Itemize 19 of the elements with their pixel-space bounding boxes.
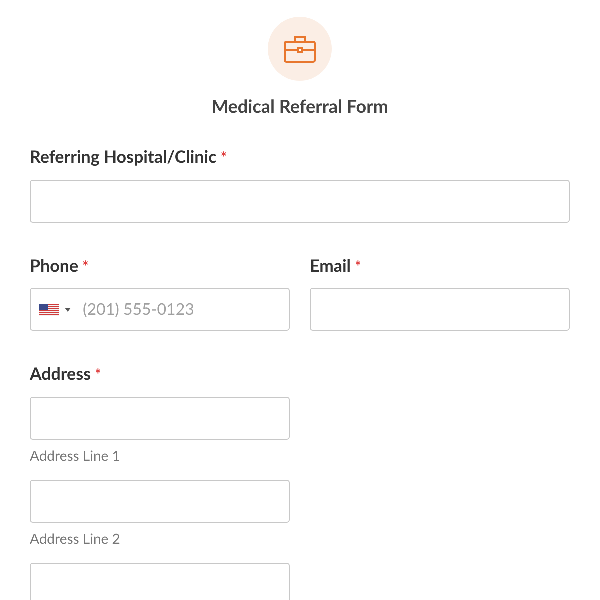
flag-icon <box>39 304 59 316</box>
field-label: Address <box>30 362 92 386</box>
required-mark: * <box>82 256 89 278</box>
input-field[interactable] <box>30 396 290 440</box>
phone-field[interactable]: (201) 555-0123 <box>30 288 290 331</box>
input-field[interactable] <box>310 288 570 331</box>
required-mark: * <box>355 256 362 278</box>
field-label: Email <box>310 254 351 278</box>
field-sublabel: Address Line 2 <box>30 528 122 548</box>
form-title: Medical Referral Form <box>212 94 388 119</box>
required-mark: * <box>95 365 102 386</box>
field-label: Phone <box>30 254 79 278</box>
input-field[interactable] <box>30 562 290 600</box>
caret-icon <box>65 308 71 312</box>
field-label: Referring Hospital/Clinic <box>30 145 217 169</box>
required-mark: * <box>220 148 228 169</box>
input-field[interactable] <box>30 180 570 222</box>
field-sublabel: Address Line 1 <box>30 446 122 466</box>
input-field[interactable] <box>30 480 290 522</box>
